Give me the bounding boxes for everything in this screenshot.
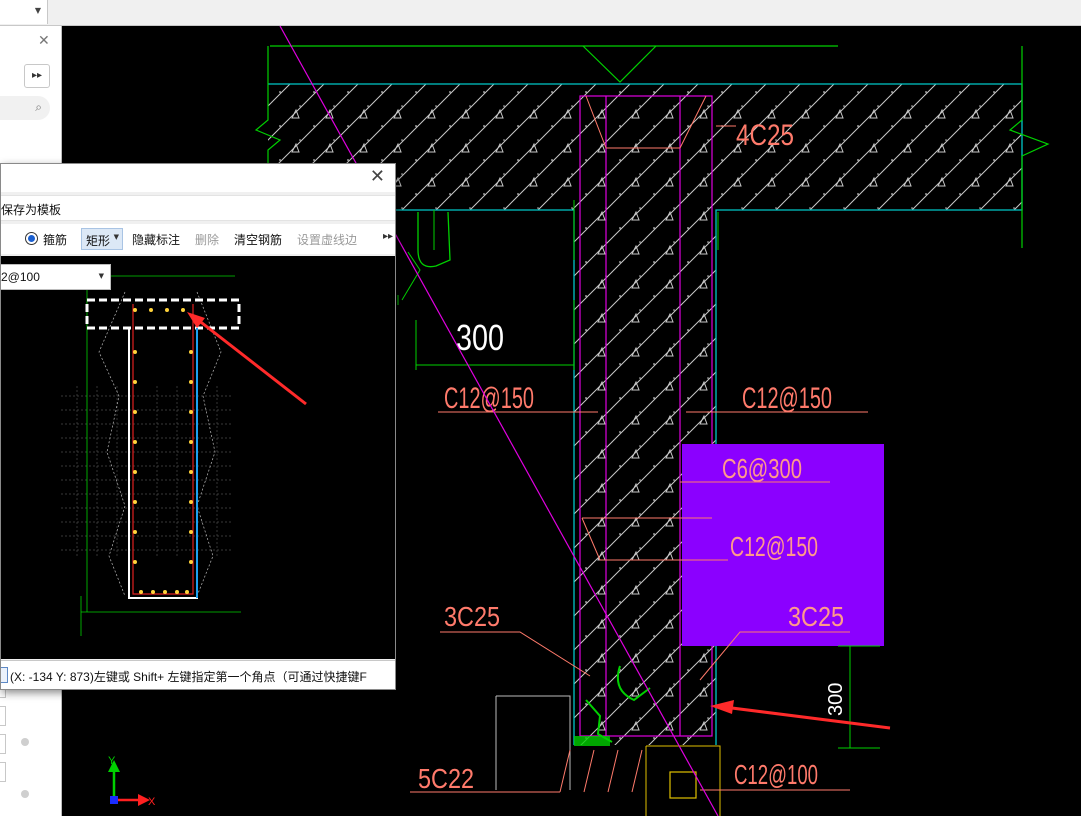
dim-300-left-label: 300	[456, 317, 504, 358]
foundation-bars	[559, 749, 643, 793]
chevron-down-icon: ▼	[98, 272, 104, 280]
dialog-titlebar[interactable]: ✕	[1, 164, 395, 192]
delete-button[interactable]: 删除	[195, 231, 219, 248]
status-icon	[1, 667, 8, 683]
shape-dropdown-label: 矩形	[86, 234, 111, 248]
dim-300-right-label: 300	[825, 683, 847, 716]
top-dropdown[interactable]: ▼	[0, 0, 48, 24]
annotation-arrow-line	[715, 704, 891, 730]
preview-dashed-left	[98, 291, 126, 597]
level-marker	[582, 45, 657, 83]
close-icon[interactable]: ✕	[370, 166, 385, 187]
preview-stirrup	[132, 304, 194, 595]
close-icon[interactable]: ✕	[38, 32, 50, 49]
preview-rebar-dots	[133, 308, 193, 594]
label-3c25-right: 3C25	[788, 601, 844, 632]
dialog-status-bar: (X: -134 Y: 873)左键或 Shift+ 左键指定第一个角点（可通过…	[1, 660, 395, 689]
more-icon[interactable]: ▸▸	[383, 231, 393, 242]
label-c12-150-left: C12@150	[444, 382, 534, 415]
dialog-toolbar: 箍筋 矩形 ▼ 隐藏标注 删除 清空钢筋 设置虚线边 ▸▸	[1, 224, 395, 254]
expand-button[interactable]: ▸▸	[24, 64, 50, 88]
top-toolbar-strip: ▼	[0, 0, 1081, 26]
stirrup-radio[interactable]	[25, 232, 38, 245]
label-4c25: 4C25	[736, 119, 794, 152]
label-3c25-left: 3C25	[444, 601, 500, 632]
preview-web-outline	[128, 328, 198, 599]
label-c12-100: C12@100	[734, 759, 818, 790]
clear-rebar-button[interactable]: 清空钢筋	[234, 231, 282, 248]
preview-arrow-head	[187, 312, 205, 328]
hide-annotations-button[interactable]: 隐藏标注	[132, 231, 180, 248]
status-text: (X: -134 Y: 873)左键或 Shift+ 左键指定第一个角点（可通过…	[10, 670, 367, 684]
hook-detail	[397, 251, 421, 305]
y-axis-label: Y	[108, 756, 116, 767]
radio-dot[interactable]	[21, 738, 29, 746]
search-input[interactable]: ⌕	[0, 96, 50, 120]
label-c6-300: C6@300	[722, 453, 802, 484]
preview-arrow-line	[192, 314, 307, 406]
dialog-menu-bar: 保存为模板	[1, 195, 395, 221]
list-item[interactable]	[0, 734, 6, 754]
pile-cap-outline	[645, 745, 721, 816]
chevron-down-icon: ▼	[34, 6, 41, 15]
x-axis-label: X	[148, 796, 156, 808]
list-item[interactable]	[0, 762, 6, 782]
preview-selected-flange[interactable]	[85, 298, 241, 330]
leader-3c25-left	[440, 631, 591, 677]
shape-dropdown[interactable]: 矩形 ▼	[81, 228, 123, 250]
stirrup-label[interactable]: 箍筋	[43, 231, 67, 248]
foundation-outline	[495, 695, 571, 790]
section-preview-canvas[interactable]	[1, 256, 395, 659]
chevron-down-icon: ▼	[113, 233, 119, 241]
label-5c22: 5C22	[418, 763, 474, 794]
label-c12-150-right: C12@150	[742, 382, 832, 415]
preview-dashed-right	[196, 291, 222, 597]
search-icon: ⌕	[35, 100, 42, 114]
coordinate-axis-icon: Y X	[108, 756, 156, 808]
rebar-editor-dialog: ✕ 保存为模板 箍筋 矩形 ▼ 隐藏标注 删除 清空钢筋 设置虚线边 ▸▸ 2@…	[0, 163, 396, 690]
rebar-spec-value: 2@100	[1, 270, 40, 284]
rebar-spec-select[interactable]: 2@100 ▼	[1, 264, 111, 290]
bottom-plate	[574, 736, 610, 746]
label-c12-150-mid: C12@150	[730, 531, 818, 562]
pile-section	[669, 771, 697, 799]
radio-dot[interactable]	[21, 790, 29, 798]
set-dashed-edge-button[interactable]: 设置虚线边	[297, 231, 357, 248]
list-item[interactable]	[0, 706, 6, 726]
save-as-template-menu[interactable]: 保存为模板	[1, 201, 61, 218]
